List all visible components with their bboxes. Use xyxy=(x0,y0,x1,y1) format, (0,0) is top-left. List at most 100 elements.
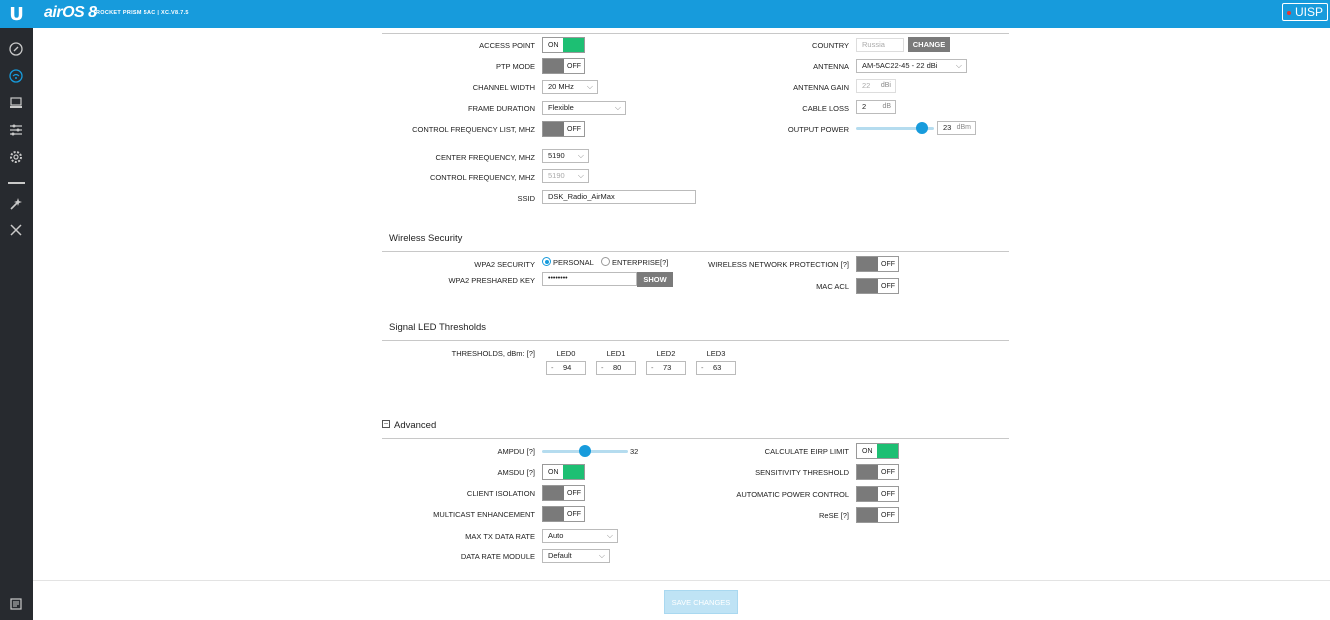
wireless-icon[interactable] xyxy=(8,68,24,84)
chevron-down-icon: ⌵ xyxy=(606,531,613,540)
wnp-label: WIRELESS NETWORK PROTECTION [?] xyxy=(708,260,849,269)
minus-sign: - xyxy=(701,363,704,372)
toggle-state: OFF xyxy=(881,490,895,498)
ssid-input[interactable]: DSK_Radio_AirMax xyxy=(542,190,696,204)
wireless-security-title: Wireless Security xyxy=(389,233,463,244)
ubiquiti-logo[interactable]: U xyxy=(0,0,33,28)
toggle-state: OFF xyxy=(881,468,895,476)
toggle-state: OFF xyxy=(567,125,581,133)
led3-input[interactable]: -63 xyxy=(696,361,736,375)
frame-duration-select[interactable]: Flexible ⌵ xyxy=(542,101,626,115)
control-freq-list-toggle[interactable]: OFF xyxy=(542,121,585,137)
cable-loss-input[interactable]: 2 dB xyxy=(856,100,896,114)
country-field: Russia xyxy=(856,38,904,52)
max-tx-select[interactable]: Auto ⌵ xyxy=(542,529,618,543)
eirp-toggle[interactable]: ON xyxy=(856,443,899,459)
device-name: ROCKET PRISM 5AC | XC.V8.7.5 xyxy=(96,10,189,16)
apc-label: AUTOMATIC POWER CONTROL xyxy=(736,490,849,499)
psk-label: WPA2 PRESHARED KEY xyxy=(448,276,535,285)
main-content xyxy=(33,28,1330,620)
sensitivity-toggle[interactable]: OFF xyxy=(856,464,899,480)
data-rate-module-label: DATA RATE MODULE xyxy=(460,552,535,561)
log-icon[interactable] xyxy=(8,596,24,612)
led1-input[interactable]: -80 xyxy=(596,361,636,375)
collapse-advanced-icon[interactable]: − xyxy=(382,420,390,428)
ptp-mode-toggle[interactable]: OFF xyxy=(542,58,585,74)
select-value: 20 MHz xyxy=(548,82,574,91)
ptp-mode-label: PTP MODE xyxy=(495,62,535,71)
toggle-knob xyxy=(543,59,564,73)
advanced-title[interactable]: Advanced xyxy=(394,420,436,431)
antenna-gain-label: ANTENNA GAIN xyxy=(793,83,849,92)
led-value: 63 xyxy=(713,363,722,372)
toggle-state: OFF xyxy=(881,260,895,268)
output-power-slider[interactable] xyxy=(856,122,934,134)
uisp-button[interactable]: UISP xyxy=(1281,3,1328,21)
select-value: Auto xyxy=(548,531,564,540)
client-isolation-toggle[interactable]: OFF xyxy=(542,485,585,501)
network-icon[interactable] xyxy=(8,95,24,111)
rese-label: ReSE [?] xyxy=(818,511,849,520)
toggle-knob xyxy=(563,465,584,479)
ampdu-slider[interactable] xyxy=(542,445,628,457)
input-value: 22 xyxy=(862,81,871,90)
chevron-down-icon: ⌵ xyxy=(955,61,962,70)
tools-icon[interactable] xyxy=(8,196,24,212)
chevron-down-icon: ⌵ xyxy=(598,551,605,560)
toggle-state: ON xyxy=(548,468,559,476)
led0-input[interactable]: -94 xyxy=(546,361,586,375)
access-point-toggle[interactable]: ON xyxy=(542,37,585,53)
slider-thumb[interactable] xyxy=(579,445,591,457)
unit-label: dB xyxy=(882,103,891,110)
led2-input[interactable]: -73 xyxy=(646,361,686,375)
country-label: COUNTRY xyxy=(812,41,849,50)
select-value: Flexible xyxy=(548,103,574,112)
personal-label: PERSONAL xyxy=(553,258,594,267)
ampdu-label: AMPDU [?] xyxy=(497,447,535,456)
mac-acl-toggle[interactable]: OFF xyxy=(856,278,899,294)
control-freq-label: CONTROL FREQUENCY, MHz xyxy=(429,173,535,182)
wnp-toggle[interactable]: OFF xyxy=(856,256,899,272)
control-freq-select[interactable]: 5190 ⌵ xyxy=(542,169,589,183)
top-divider xyxy=(382,33,1009,34)
select-value: Default xyxy=(548,551,572,560)
show-key-button[interactable]: SHOW xyxy=(637,272,673,287)
rese-toggle[interactable]: OFF xyxy=(856,507,899,523)
center-freq-select[interactable]: 5190 ⌵ xyxy=(542,149,589,163)
settings-icon[interactable] xyxy=(8,149,24,165)
minus-sign: - xyxy=(551,363,554,372)
multicast-toggle[interactable]: OFF xyxy=(542,506,585,522)
led3-header: LED3 xyxy=(706,349,726,358)
sidebar xyxy=(0,28,33,620)
led-thresholds-title: Signal LED Thresholds xyxy=(389,322,486,333)
change-country-button[interactable]: CHANGE xyxy=(908,37,950,52)
personal-radio[interactable] xyxy=(542,257,551,266)
select-value: 5190 xyxy=(548,171,565,180)
chevron-down-icon: ⌵ xyxy=(586,82,593,91)
save-changes-button[interactable]: SAVE CHANGES xyxy=(664,590,738,614)
services-icon[interactable] xyxy=(8,122,24,138)
wpa2-security-label: WPA2 SECURITY xyxy=(474,260,535,269)
data-rate-module-select[interactable]: Default ⌵ xyxy=(542,549,610,563)
mac-acl-label: MAC ACL xyxy=(816,282,849,291)
output-power-input[interactable]: 23 dBm xyxy=(937,121,976,135)
psk-input[interactable]: •••••••• xyxy=(542,272,637,286)
dashboard-icon[interactable] xyxy=(8,41,24,57)
toggle-knob xyxy=(857,508,878,522)
chevron-down-icon: ⌵ xyxy=(614,103,621,112)
toggle-knob xyxy=(543,122,564,136)
apc-toggle[interactable]: OFF xyxy=(856,486,899,502)
top-bar: U airOS 8 ROCKET PRISM 5AC | XC.V8.7.5 U… xyxy=(0,0,1330,28)
footer-divider xyxy=(33,580,1330,581)
channel-width-select[interactable]: 20 MHz ⌵ xyxy=(542,80,598,94)
enterprise-radio[interactable] xyxy=(601,257,610,266)
section-divider xyxy=(382,340,1009,341)
led0-header: LED0 xyxy=(556,349,576,358)
amsdu-toggle[interactable]: ON xyxy=(542,464,585,480)
antenna-label: ANTENNA xyxy=(813,62,849,71)
toggle-state: OFF xyxy=(881,282,895,290)
led-value: 94 xyxy=(563,363,572,372)
utilities-icon[interactable] xyxy=(8,222,24,238)
enterprise-help[interactable]: [?] xyxy=(660,258,668,267)
antenna-select[interactable]: AM-5AC22-45 - 22 dBi ⌵ xyxy=(856,59,967,73)
